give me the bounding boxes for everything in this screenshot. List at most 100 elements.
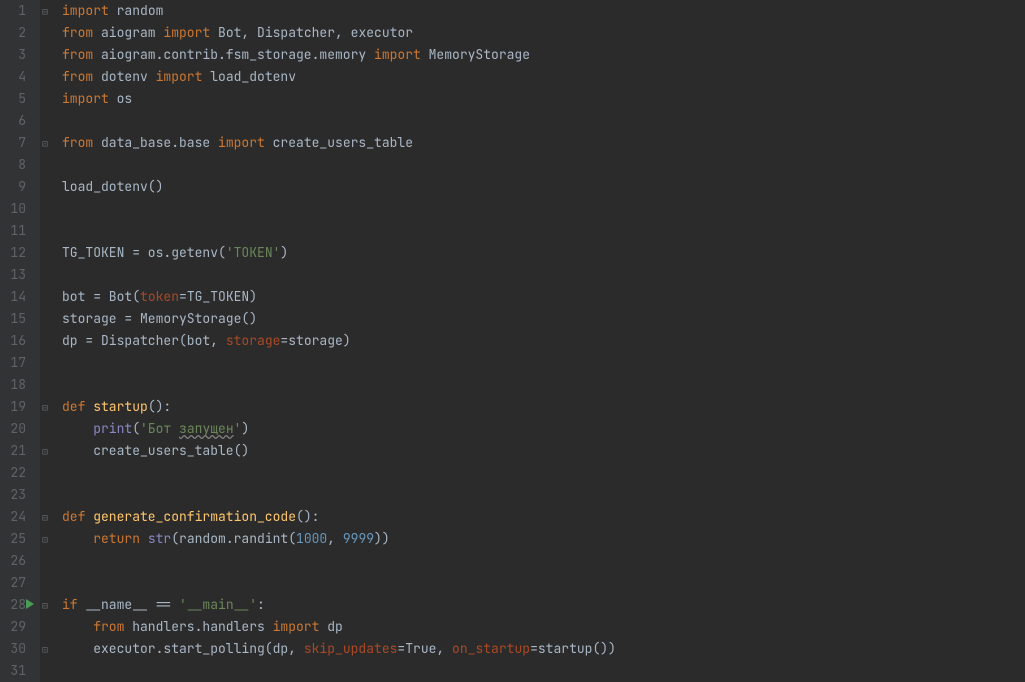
token-param: storage bbox=[226, 332, 281, 349]
token-param: skip_updates bbox=[304, 640, 398, 657]
code-line[interactable] bbox=[62, 484, 1025, 506]
line-number: 22 bbox=[0, 462, 26, 484]
token-kw: import bbox=[62, 90, 109, 107]
token-fn: startup bbox=[93, 398, 148, 415]
line-number: 6 bbox=[0, 110, 26, 132]
token-kw: import bbox=[218, 134, 265, 151]
token-id: aiogram bbox=[93, 24, 163, 41]
code-line[interactable] bbox=[62, 550, 1025, 572]
token-id bbox=[62, 420, 93, 437]
token-id: bot = Bot( bbox=[62, 288, 140, 305]
fold-icon[interactable]: ⊟ bbox=[42, 1, 48, 23]
token-id: : bbox=[257, 596, 265, 613]
code-line[interactable]: bot = Bot(token=TG_TOKEN) bbox=[62, 286, 1025, 308]
line-number: 7 bbox=[0, 132, 26, 154]
token-id: (random.randint( bbox=[171, 530, 296, 547]
fold-icon[interactable]: ⊡ bbox=[42, 529, 48, 551]
token-kw: def bbox=[62, 508, 93, 525]
code-line[interactable]: executor.start_polling(dp, skip_updates=… bbox=[62, 638, 1025, 660]
code-line[interactable] bbox=[62, 110, 1025, 132]
fold-icon[interactable]: ⊟ bbox=[42, 595, 48, 617]
token-id: =TG_TOKEN) bbox=[179, 288, 257, 305]
token-param: on_startup bbox=[452, 640, 530, 657]
token-id: MemoryStorage bbox=[421, 46, 530, 63]
code-line[interactable]: load_dotenv() bbox=[62, 176, 1025, 198]
code-line[interactable]: return str(random.randint(1000, 9999)) bbox=[62, 528, 1025, 550]
code-line[interactable]: dp = Dispatcher(bot, storage=storage) bbox=[62, 330, 1025, 352]
code-line[interactable]: from aiogram import Bot, Dispatcher, exe… bbox=[62, 22, 1025, 44]
code-area[interactable]: import randomfrom aiogram import Bot, Di… bbox=[56, 0, 1025, 682]
code-line[interactable]: def startup(): bbox=[62, 396, 1025, 418]
code-line[interactable] bbox=[62, 660, 1025, 682]
line-number: 28 bbox=[0, 594, 26, 616]
line-number: 12 bbox=[0, 242, 26, 264]
token-id: os bbox=[109, 90, 132, 107]
token-id: aiogram.contrib.fsm_storage.memory bbox=[93, 46, 374, 63]
token-param: token bbox=[140, 288, 179, 305]
line-number: 8 bbox=[0, 154, 26, 176]
code-line[interactable]: if __name__ == '__main__': bbox=[62, 594, 1025, 616]
token-punct: , bbox=[288, 640, 304, 657]
token-kw: from bbox=[62, 46, 93, 63]
code-line[interactable] bbox=[62, 264, 1025, 286]
code-line[interactable]: from handlers.handlers import dp bbox=[62, 616, 1025, 638]
code-line[interactable] bbox=[62, 462, 1025, 484]
code-line[interactable] bbox=[62, 198, 1025, 220]
code-line[interactable]: storage = MemoryStorage() bbox=[62, 308, 1025, 330]
token-kw: from bbox=[62, 24, 93, 41]
fold-icon[interactable]: ⊡ bbox=[42, 639, 48, 661]
line-number: 1 bbox=[0, 0, 26, 22]
token-kw: import bbox=[163, 24, 210, 41]
token-id bbox=[62, 618, 93, 635]
token-id: )) bbox=[374, 530, 390, 547]
line-number: 14 bbox=[0, 286, 26, 308]
token-id: dp bbox=[319, 618, 342, 635]
token-id: =True bbox=[397, 640, 436, 657]
code-editor[interactable]: 1234567891011121314151617181920212223242… bbox=[0, 0, 1025, 682]
fold-icon[interactable]: ⊡ bbox=[42, 441, 48, 463]
token-id: create_users_table() bbox=[62, 442, 249, 459]
code-line[interactable] bbox=[62, 154, 1025, 176]
token-kw: import bbox=[156, 68, 203, 85]
code-line[interactable]: from aiogram.contrib.fsm_storage.memory … bbox=[62, 44, 1025, 66]
token-id: =startup()) bbox=[530, 640, 616, 657]
code-line[interactable]: print('Бот запущен') bbox=[62, 418, 1025, 440]
line-number: 20 bbox=[0, 418, 26, 440]
token-id bbox=[62, 530, 93, 547]
token-punct: , bbox=[210, 332, 226, 349]
line-number: 19 bbox=[0, 396, 26, 418]
code-line[interactable]: import os bbox=[62, 88, 1025, 110]
token-id: dp = Dispatcher(bot bbox=[62, 332, 210, 349]
line-number: 5 bbox=[0, 88, 26, 110]
code-line[interactable] bbox=[62, 220, 1025, 242]
token-id: TG_TOKEN = os.getenv( bbox=[62, 244, 226, 261]
code-line[interactable]: def generate_confirmation_code(): bbox=[62, 506, 1025, 528]
token-id: random bbox=[109, 2, 164, 19]
token-id: load_dotenv() bbox=[62, 178, 163, 195]
code-line[interactable]: from dotenv import load_dotenv bbox=[62, 66, 1025, 88]
code-line[interactable]: TG_TOKEN = os.getenv('TOKEN') bbox=[62, 242, 1025, 264]
line-number: 2 bbox=[0, 22, 26, 44]
line-number: 24 bbox=[0, 506, 26, 528]
token-fn: generate_confirmation_code bbox=[93, 508, 296, 525]
token-kw: if bbox=[62, 596, 78, 613]
line-number: 29 bbox=[0, 616, 26, 638]
run-icon[interactable] bbox=[26, 599, 34, 609]
fold-icon[interactable]: ⊟ bbox=[42, 397, 48, 419]
token-builtin: print bbox=[93, 420, 132, 437]
code-line[interactable] bbox=[62, 572, 1025, 594]
fold-icon[interactable]: ⊟ bbox=[42, 507, 48, 529]
token-id: create_users_table bbox=[265, 134, 413, 151]
fold-icon[interactable]: ⊡ bbox=[42, 133, 48, 155]
code-line[interactable] bbox=[62, 352, 1025, 374]
token-id: executor bbox=[351, 24, 413, 41]
line-number: 4 bbox=[0, 66, 26, 88]
token-kw: import bbox=[273, 618, 320, 635]
token-id: Dispatcher bbox=[257, 24, 335, 41]
code-line[interactable]: from data_base.base import create_users_… bbox=[62, 132, 1025, 154]
code-line[interactable]: create_users_table() bbox=[62, 440, 1025, 462]
code-line[interactable] bbox=[62, 374, 1025, 396]
code-line[interactable]: import random bbox=[62, 0, 1025, 22]
token-id: __name__ == bbox=[78, 596, 179, 613]
token-id: handlers.handlers bbox=[124, 618, 272, 635]
